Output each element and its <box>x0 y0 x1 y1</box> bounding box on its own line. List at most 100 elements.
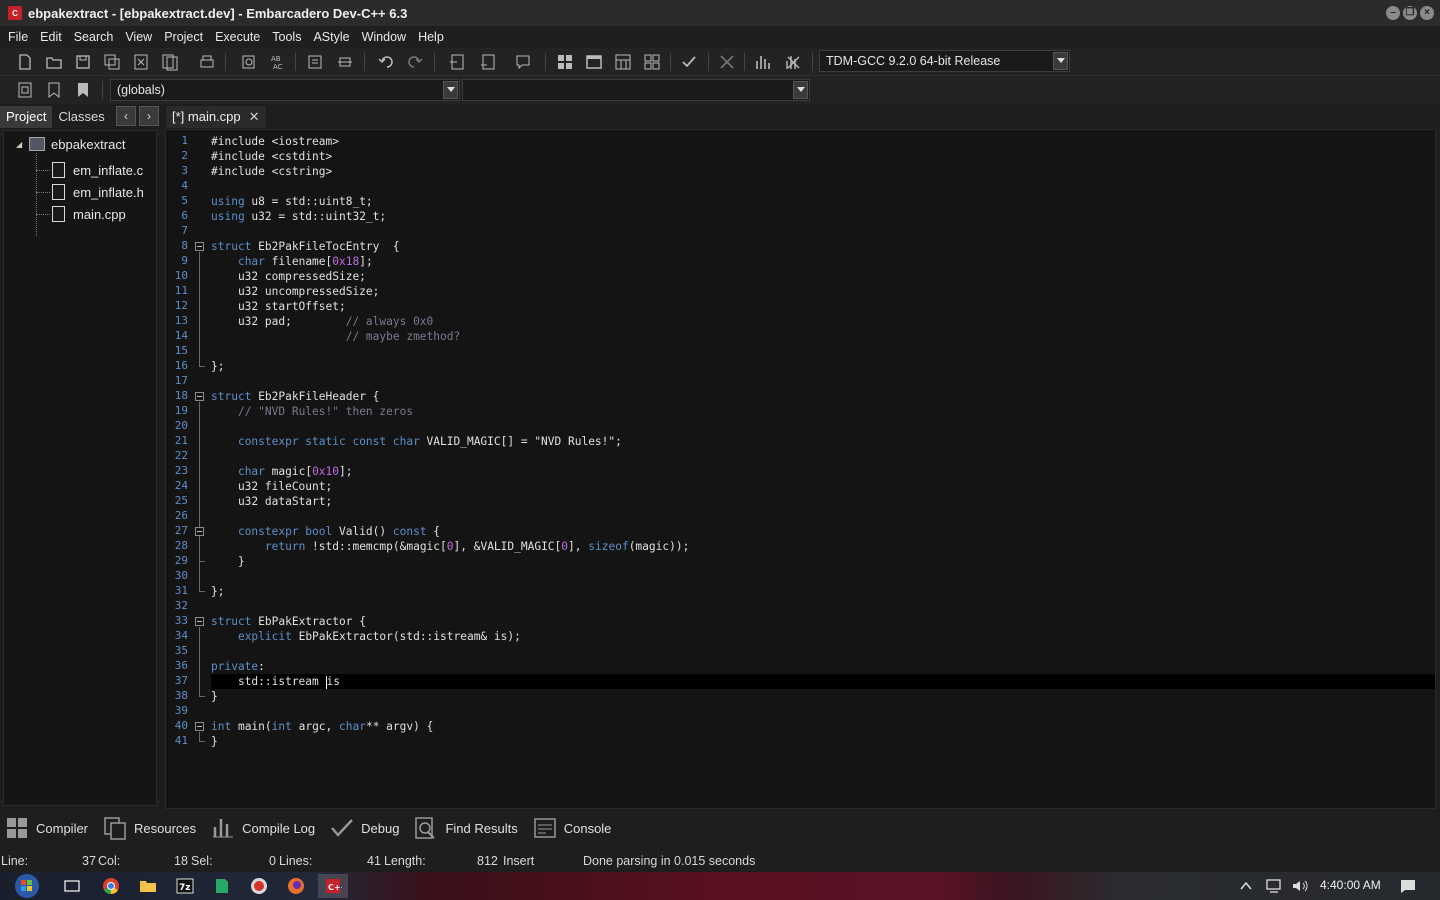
menu-execute[interactable]: Execute <box>209 30 266 44</box>
fold-toggle[interactable] <box>195 722 204 731</box>
find-icon[interactable] <box>238 52 260 72</box>
indent-icon[interactable] <box>304 52 326 72</box>
code-line[interactable]: // maybe zmethod? <box>211 329 461 344</box>
start-button[interactable] <box>10 874 44 898</box>
network-icon[interactable] <box>1262 874 1286 898</box>
code-line[interactable]: explicit EbPakExtractor(std::istream& is… <box>211 629 521 644</box>
tile-icon[interactable] <box>554 52 576 72</box>
code-line[interactable]: } <box>211 554 245 569</box>
undo-icon[interactable] <box>375 52 397 72</box>
code-line[interactable]: }; <box>211 359 224 374</box>
unindent-icon[interactable] <box>334 52 356 72</box>
code-line[interactable]: return !std::memcmp(&magic[0], &VALID_MA… <box>211 539 689 554</box>
code-line[interactable]: char magic[0x10]; <box>211 464 353 479</box>
menu-search[interactable]: Search <box>68 30 120 44</box>
open-file-icon[interactable] <box>43 52 65 72</box>
replace-icon[interactable]: AB AC <box>267 52 289 72</box>
7zip-icon[interactable]: 7z <box>170 874 200 898</box>
chevron-right-icon[interactable]: › <box>139 106 159 126</box>
taskbar-clock[interactable]: 4:40:00 AM <box>1320 878 1381 892</box>
bookmark-icon[interactable] <box>477 52 499 72</box>
insert-icon[interactable] <box>14 80 36 100</box>
profile-icon[interactable] <box>752 52 774 72</box>
fold-toggle[interactable] <box>195 392 204 401</box>
goto-bookmark-icon[interactable] <box>72 80 94 100</box>
code-line[interactable]: using u32 = std::uint32_t; <box>211 209 386 224</box>
close-button[interactable]: × <box>1420 6 1434 20</box>
code-line[interactable]: using u8 = std::uint8_t; <box>211 194 373 209</box>
task-view-icon[interactable] <box>57 874 87 898</box>
comment-icon[interactable] <box>512 52 534 72</box>
code-line[interactable]: } <box>211 689 218 704</box>
delete-profile-icon[interactable] <box>782 52 804 72</box>
compile-icon[interactable] <box>612 52 634 72</box>
menu-tools[interactable]: Tools <box>266 30 307 44</box>
tab-main-cpp[interactable]: [*] main.cpp ✕ <box>166 106 266 128</box>
save-icon[interactable] <box>72 52 94 72</box>
tab-compiler[interactable]: Compiler <box>0 813 98 843</box>
chevron-up-icon[interactable] <box>1236 874 1256 898</box>
menu-window[interactable]: Window <box>356 30 412 44</box>
restore-button[interactable]: ❐ <box>1403 6 1417 20</box>
code-line[interactable]: private: <box>211 659 265 674</box>
close-icon[interactable]: ✕ <box>249 106 260 128</box>
tab-resources[interactable]: Resources <box>98 813 206 843</box>
code-line[interactable]: char filename[0x18]; <box>211 254 373 269</box>
tree-item-project[interactable]: ◢ ebpakextract <box>16 134 125 154</box>
devcpp-taskbar-icon[interactable]: C++ <box>318 874 348 898</box>
code-line[interactable]: } <box>211 734 218 749</box>
code-line[interactable]: #include <iostream> <box>211 134 339 149</box>
menu-edit[interactable]: Edit <box>34 30 68 44</box>
app-red-icon[interactable] <box>244 874 274 898</box>
menu-view[interactable]: View <box>119 30 158 44</box>
redo-icon[interactable] <box>404 52 426 72</box>
tab-find-results[interactable]: Find Results <box>409 813 527 843</box>
abort-icon[interactable] <box>716 52 738 72</box>
code-editor[interactable]: 1 2 3 4 5 6 7 8 9 10 11 12 13 14 15 16 17 18 19 20 21 22 23 24 2… <box>165 129 1436 809</box>
code-line[interactable]: int main(int argc, char** argv) { <box>211 719 433 734</box>
save-all-icon[interactable] <box>101 52 123 72</box>
tab-debug[interactable]: Debug <box>325 813 409 843</box>
toggle-bookmark-icon[interactable] <box>43 80 65 100</box>
notepad-icon[interactable] <box>207 874 237 898</box>
code-line[interactable]: std::istream is <box>211 674 340 689</box>
menu-help[interactable]: Help <box>412 30 450 44</box>
tree-item-file[interactable]: em_inflate.c <box>52 160 143 180</box>
tab-project[interactable]: Project <box>0 106 53 128</box>
window-icon[interactable] <box>583 52 605 72</box>
code-line[interactable]: u32 pad; // always 0x0 <box>211 314 433 329</box>
fold-toggle[interactable] <box>195 617 204 626</box>
check-icon[interactable] <box>678 52 700 72</box>
chrome-icon[interactable] <box>96 874 126 898</box>
code-line[interactable]: }; <box>211 584 224 599</box>
collapse-icon[interactable]: ◢ <box>16 140 25 149</box>
code-line[interactable]: u32 compressedSize; <box>211 269 366 284</box>
close-file-icon[interactable] <box>130 52 152 72</box>
menu-astyle[interactable]: AStyle <box>307 30 355 44</box>
menu-project[interactable]: Project <box>158 30 209 44</box>
fold-toggle[interactable] <box>195 527 204 536</box>
code-line[interactable]: struct Eb2PakFileHeader { <box>211 389 379 404</box>
firefox-icon[interactable] <box>281 874 311 898</box>
minimize-button[interactable]: – <box>1386 6 1400 20</box>
menu-file[interactable]: File <box>2 30 34 44</box>
code-line[interactable]: struct Eb2PakFileTocEntry { <box>211 239 400 254</box>
code-line[interactable]: u32 fileCount; <box>211 479 332 494</box>
tree-item-file[interactable]: main.cpp <box>52 204 126 224</box>
code-line[interactable]: constexpr static const char VALID_MAGIC[… <box>211 434 622 449</box>
code-line[interactable]: u32 uncompressedSize; <box>211 284 379 299</box>
notification-icon[interactable] <box>1394 874 1422 898</box>
code-line[interactable]: constexpr bool Valid() const { <box>211 524 440 539</box>
scope-select[interactable]: (globals) <box>110 79 460 101</box>
compiler-select[interactable]: TDM-GCC 9.2.0 64-bit Release <box>819 50 1070 72</box>
close-all-icon[interactable] <box>159 52 181 72</box>
code-line[interactable]: struct EbPakExtractor { <box>211 614 366 629</box>
code-line[interactable]: // "NVD Rules!" then zeros <box>211 404 413 419</box>
function-select[interactable] <box>462 79 810 101</box>
code-line[interactable]: #include <cstdint> <box>211 149 332 164</box>
run-icon[interactable] <box>641 52 663 72</box>
tab-classes[interactable]: Classes <box>52 106 110 128</box>
code-line[interactable]: u32 dataStart; <box>211 494 332 509</box>
print-icon[interactable] <box>196 52 218 72</box>
new-file-icon[interactable] <box>14 52 36 72</box>
